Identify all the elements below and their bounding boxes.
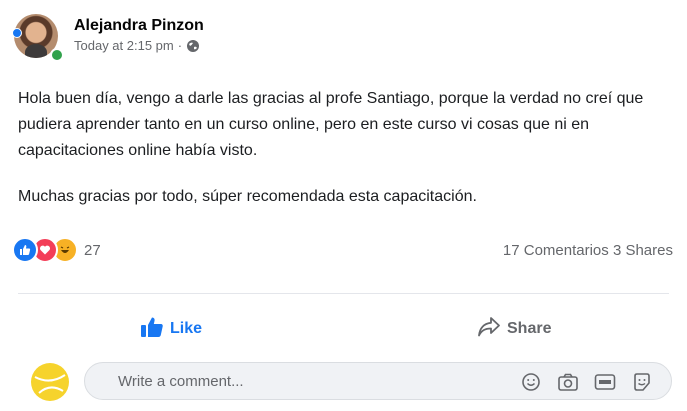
thumbs-up-icon xyxy=(140,316,164,343)
reactions-summary[interactable]: 27 xyxy=(12,237,101,263)
shares-count-link[interactable]: 3 Shares xyxy=(613,242,673,259)
post-meta: Today at 2:15 pm · xyxy=(74,38,200,53)
like-button[interactable]: Like xyxy=(140,313,202,345)
current-user-avatar xyxy=(31,363,69,401)
post-stats: 17 Comentarios 3 Shares xyxy=(503,242,673,259)
reaction-count: 27 xyxy=(84,241,101,259)
post-timestamp[interactable]: Today at 2:15 pm xyxy=(74,38,174,53)
post-paragraph-1: Hola buen día, vengo a darle las gracias… xyxy=(18,90,644,159)
comment-composer: Write a comment... xyxy=(0,354,687,411)
comment-placeholder: Write a comment... xyxy=(118,373,244,390)
sticker-icon[interactable] xyxy=(631,371,653,393)
post-paragraph-2: Muchas gracias por todo, súper recomenda… xyxy=(18,188,477,205)
share-label: Share xyxy=(507,320,552,337)
emoji-icon[interactable] xyxy=(520,371,542,393)
globe-icon xyxy=(186,39,200,53)
badge-icon xyxy=(12,28,22,38)
like-label: Like xyxy=(170,320,203,337)
online-status-icon xyxy=(50,48,64,62)
gif-icon[interactable] xyxy=(594,371,616,393)
comments-count-link[interactable]: 17 Comentarios xyxy=(503,242,609,259)
camera-icon[interactable] xyxy=(557,371,579,393)
comment-tools xyxy=(520,371,653,393)
author-name[interactable]: Alejandra Pinzon xyxy=(74,17,204,35)
post-body: Hola buen día, vengo a darle las gracias… xyxy=(18,86,678,210)
like-reaction-icon xyxy=(12,237,38,263)
comment-input[interactable]: Write a comment... xyxy=(84,362,672,400)
share-button[interactable]: Share xyxy=(477,313,551,345)
meta-separator: · xyxy=(177,38,183,53)
actions-divider xyxy=(18,293,669,294)
share-arrow-icon xyxy=(477,316,501,343)
